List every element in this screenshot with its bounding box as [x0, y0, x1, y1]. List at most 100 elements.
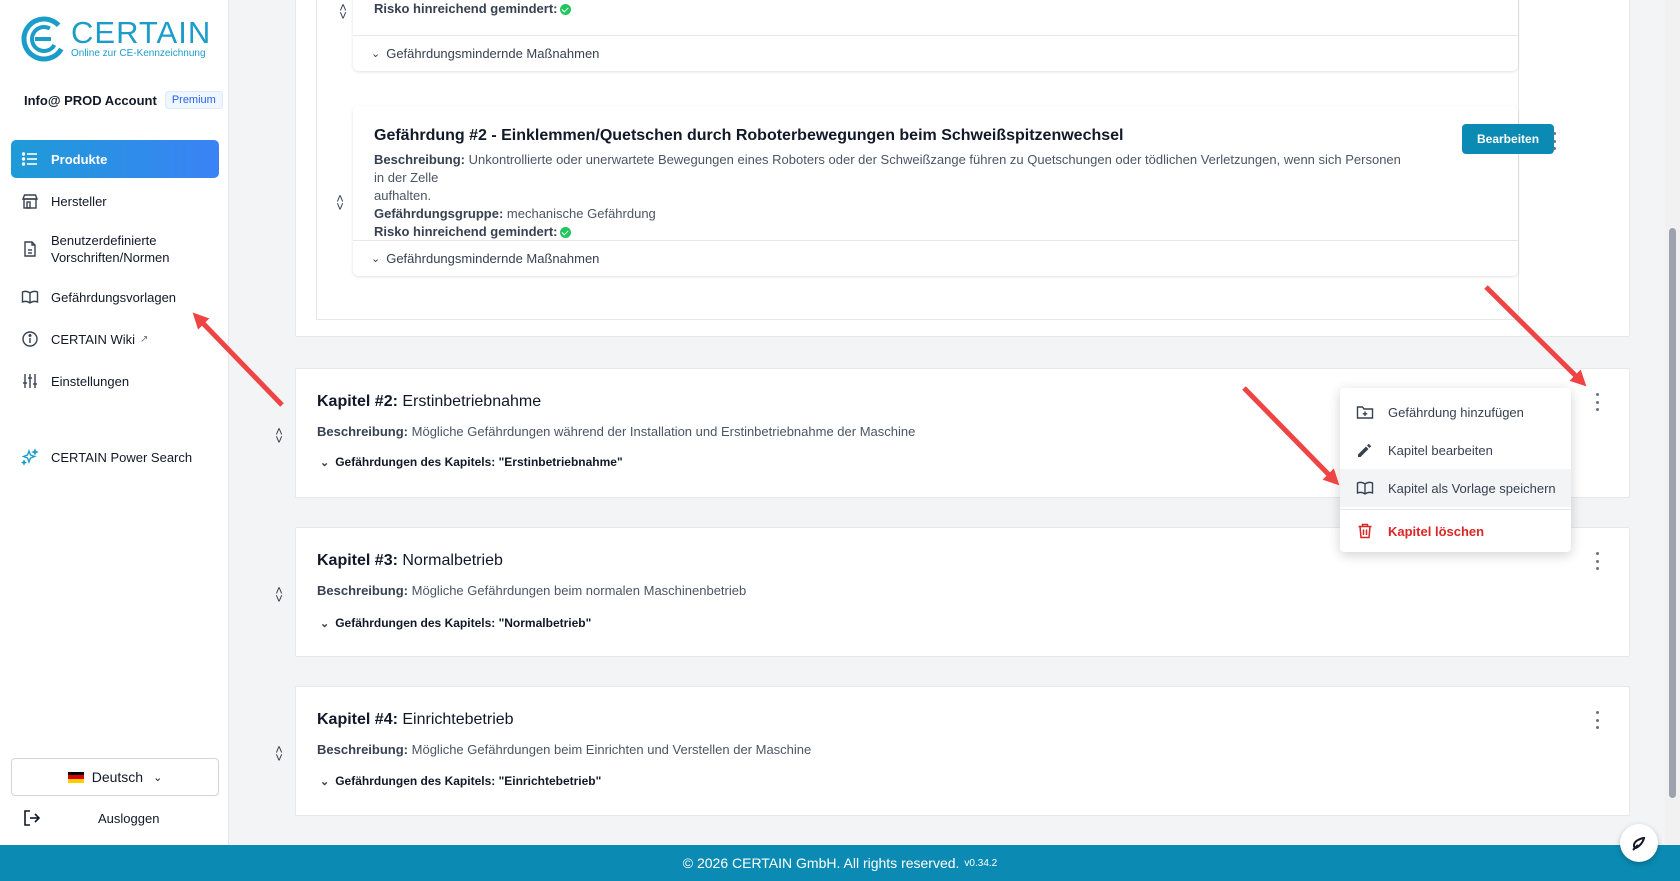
app-version: v0.34.2	[964, 857, 998, 869]
logout-button[interactable]: Ausloggen	[22, 808, 159, 828]
risk-status: Risko hinreichend gemindert:	[374, 223, 1414, 241]
sidebar-item-power-search[interactable]: CERTAIN Power Search	[11, 438, 219, 476]
chevron-down-icon: ⌄	[371, 48, 381, 60]
desc-label: Beschreibung:	[317, 424, 409, 439]
sidebar-item-label: CERTAIN Power Search	[51, 449, 193, 465]
external-link-icon: ↗	[140, 333, 149, 345]
assistant-icon	[1632, 836, 1646, 851]
logout-label: Ausloggen	[98, 810, 160, 826]
toggle-label: Gefährdungen des Kapitels: "Erstinbetrie…	[335, 455, 623, 469]
hazard-more-icon[interactable]	[1551, 132, 1557, 150]
chapter-more-icon[interactable]	[1594, 393, 1600, 411]
reorder-handle-icon[interactable]: ˄ ˅	[337, 1, 349, 22]
sidebar: CERTAIN Online zur CE-Kennzeichnung Info…	[0, 0, 229, 845]
desc-text: Mögliche Gefährdungen während der Instal…	[411, 424, 916, 439]
sidebar-item-hersteller[interactable]: Hersteller	[11, 182, 219, 220]
sidebar-item-label: Produkte	[51, 151, 108, 167]
measures-label: Gefährdungsmindernde Maßnahmen	[386, 251, 600, 266]
book-icon	[21, 290, 39, 304]
document-icon	[24, 241, 36, 257]
hazard-card: ˄ ˅ Risko hinreichend gemindert: ⌄ Gefähr…	[339, 0, 1518, 71]
chapter-number: Kapitel #3:	[317, 552, 398, 569]
page-scrollbar[interactable]	[1665, 0, 1680, 845]
reorder-handle-icon[interactable]: ˄ ˅	[273, 743, 285, 764]
sidebar-item-gefaehrdungsvorlagen[interactable]: Gefährdungsvorlagen	[11, 278, 219, 316]
menu-item-label: Gefährdung hinzufügen	[1388, 404, 1524, 420]
sidebar-item-label: Hersteller	[51, 193, 107, 209]
chapter-title: Kapitel #4: Einrichtebetrieb	[317, 711, 514, 729]
measures-toggle[interactable]: ⌄ Gefährdungsmindernde Maßnahmen	[353, 240, 1518, 276]
sidebar-item-vorschriften[interactable]: Benutzerdefinierte Vorschriften/Normen	[11, 224, 219, 274]
chapter-title: Kapitel #3: Normalbetrieb	[317, 552, 503, 570]
menu-item-label: Kapitel als Vorlage speichern	[1388, 480, 1556, 496]
plan-badge: Premium	[164, 91, 223, 109]
logo-wordmark: CERTAIN	[71, 15, 212, 50]
account-info: Info@ PROD Account Premium	[24, 91, 223, 109]
desc-label: Beschreibung:	[317, 742, 409, 757]
desc-text: Mögliche Gefährdungen beim Einrichten un…	[411, 742, 812, 757]
folder-plus-icon	[1356, 406, 1374, 419]
menu-item-add-hazard[interactable]: Gefährdung hinzufügen	[1340, 393, 1571, 431]
sliders-icon	[23, 374, 37, 388]
toggle-label: Gefährdungen des Kapitels: "Einrichtebet…	[335, 774, 602, 788]
language-select[interactable]: Deutsch ⌄	[11, 758, 219, 796]
assistant-button[interactable]	[1620, 824, 1658, 862]
toggle-label: Gefährdungen des Kapitels: "Normalbetrie…	[335, 616, 592, 630]
menu-item-save-as-template[interactable]: Kapitel als Vorlage speichern	[1340, 469, 1571, 507]
chapter-more-icon[interactable]	[1594, 711, 1600, 729]
list-icon	[21, 152, 37, 166]
desc-text: Unkontrollierte oder unerwartete Bewegun…	[374, 152, 1401, 185]
chapter-title: Kapitel #2: Erstinbetriebnahme	[317, 393, 541, 411]
hazard-group: Gefährdungsgruppe: mechanische Gefährdun…	[374, 205, 1414, 223]
risk-label: Risko hinreichend gemindert:	[374, 224, 558, 239]
risk-label: Risko hinreichend gemindert:	[374, 1, 558, 16]
hazard-list-panel: ˄ ˅ Risko hinreichend gemindert: ⌄ Gefähr…	[316, 0, 1556, 320]
language-label: Deutsch	[91, 769, 144, 785]
sidebar-item-wiki[interactable]: CERTAIN Wiki ↗	[11, 320, 219, 358]
desc-label: Beschreibung:	[374, 152, 466, 167]
edit-hazard-button[interactable]: Bearbeiten	[1462, 124, 1555, 154]
hazard-card: ˄ ˅ Gefährdung #2 - Einklemmen/Quetschen …	[336, 106, 1556, 276]
chapter-description: Beschreibung: Mögliche Gefährdungen beim…	[317, 582, 746, 600]
certain-logo[interactable]: CERTAIN Online zur CE-Kennzeichnung	[21, 16, 211, 62]
chapter-hazards-toggle[interactable]: ⌄ Gefährdungen des Kapitels: "Einrichtebe…	[320, 774, 601, 788]
logout-icon	[24, 810, 41, 826]
chapter-description: Beschreibung: Mögliche Gefährdungen beim…	[317, 741, 811, 759]
sidebar-item-produkte[interactable]: Produkte	[11, 140, 219, 178]
check-circle-icon	[560, 227, 572, 239]
menu-item-delete-chapter[interactable]: Kapitel löschen	[1340, 512, 1571, 550]
reorder-handle-icon[interactable]: ˄ ˅	[334, 192, 346, 213]
group-label: Gefährdungsgruppe:	[374, 206, 504, 221]
chapter-hazards-toggle[interactable]: ⌄ Gefährdungen des Kapitels: "Erstinbetri…	[320, 455, 623, 469]
menu-item-edit-chapter[interactable]: Kapitel bearbeiten	[1340, 431, 1571, 469]
store-icon	[21, 194, 39, 209]
reorder-handle-icon[interactable]: ˄ ˅	[273, 425, 285, 446]
hazard-title: Gefährdung #2 - Einklemmen/Quetschen dur…	[374, 127, 1124, 144]
chapter-number: Kapitel #2:	[317, 393, 398, 410]
info-icon	[22, 331, 38, 347]
logo-tagline: Online zur CE-Kennzeichnung	[71, 48, 206, 59]
sidebar-item-label: CERTAIN Wiki	[51, 331, 136, 347]
chapter-actions-menu: Gefährdung hinzufügen Kapitel bearbeiten…	[1340, 388, 1571, 552]
chapter-hazards-toggle[interactable]: ⌄ Gefährdungen des Kapitels: "Normalbetri…	[320, 616, 591, 630]
menu-divider	[1340, 509, 1571, 510]
reorder-handle-icon[interactable]: ˄ ˅	[273, 584, 285, 605]
sidebar-item-einstellungen[interactable]: Einstellungen	[11, 362, 219, 400]
certain-logo-mark-icon	[21, 16, 67, 62]
page-footer: © 2026 CERTAIN GmbH. All rights reserved…	[0, 845, 1680, 881]
book-icon	[1356, 481, 1374, 495]
chevron-down-icon: ⌄	[371, 253, 381, 265]
hazard-description: Beschreibung: Unkontrollierte oder unerw…	[374, 151, 1414, 187]
sidebar-nav: Produkte Hersteller Benutzerdefinierte V…	[11, 140, 219, 480]
scrollbar-thumb[interactable]	[1669, 228, 1676, 798]
measures-toggle[interactable]: ⌄ Gefährdungsmindernde Maßnahmen	[353, 35, 1518, 71]
risk-status: Risko hinreichend gemindert:	[374, 0, 572, 18]
hazard-details: Beschreibung: Unkontrollierte oder unerw…	[374, 151, 1414, 241]
chevron-down-icon: ⌄	[320, 775, 330, 788]
chevron-down-icon: ⌄	[320, 456, 330, 469]
footer-copyright: © 2026 CERTAIN GmbH. All rights reserved…	[682, 855, 960, 871]
chapter-more-icon[interactable]	[1594, 552, 1600, 570]
sidebar-item-label: Einstellungen	[51, 373, 130, 389]
german-flag-icon	[67, 771, 84, 783]
